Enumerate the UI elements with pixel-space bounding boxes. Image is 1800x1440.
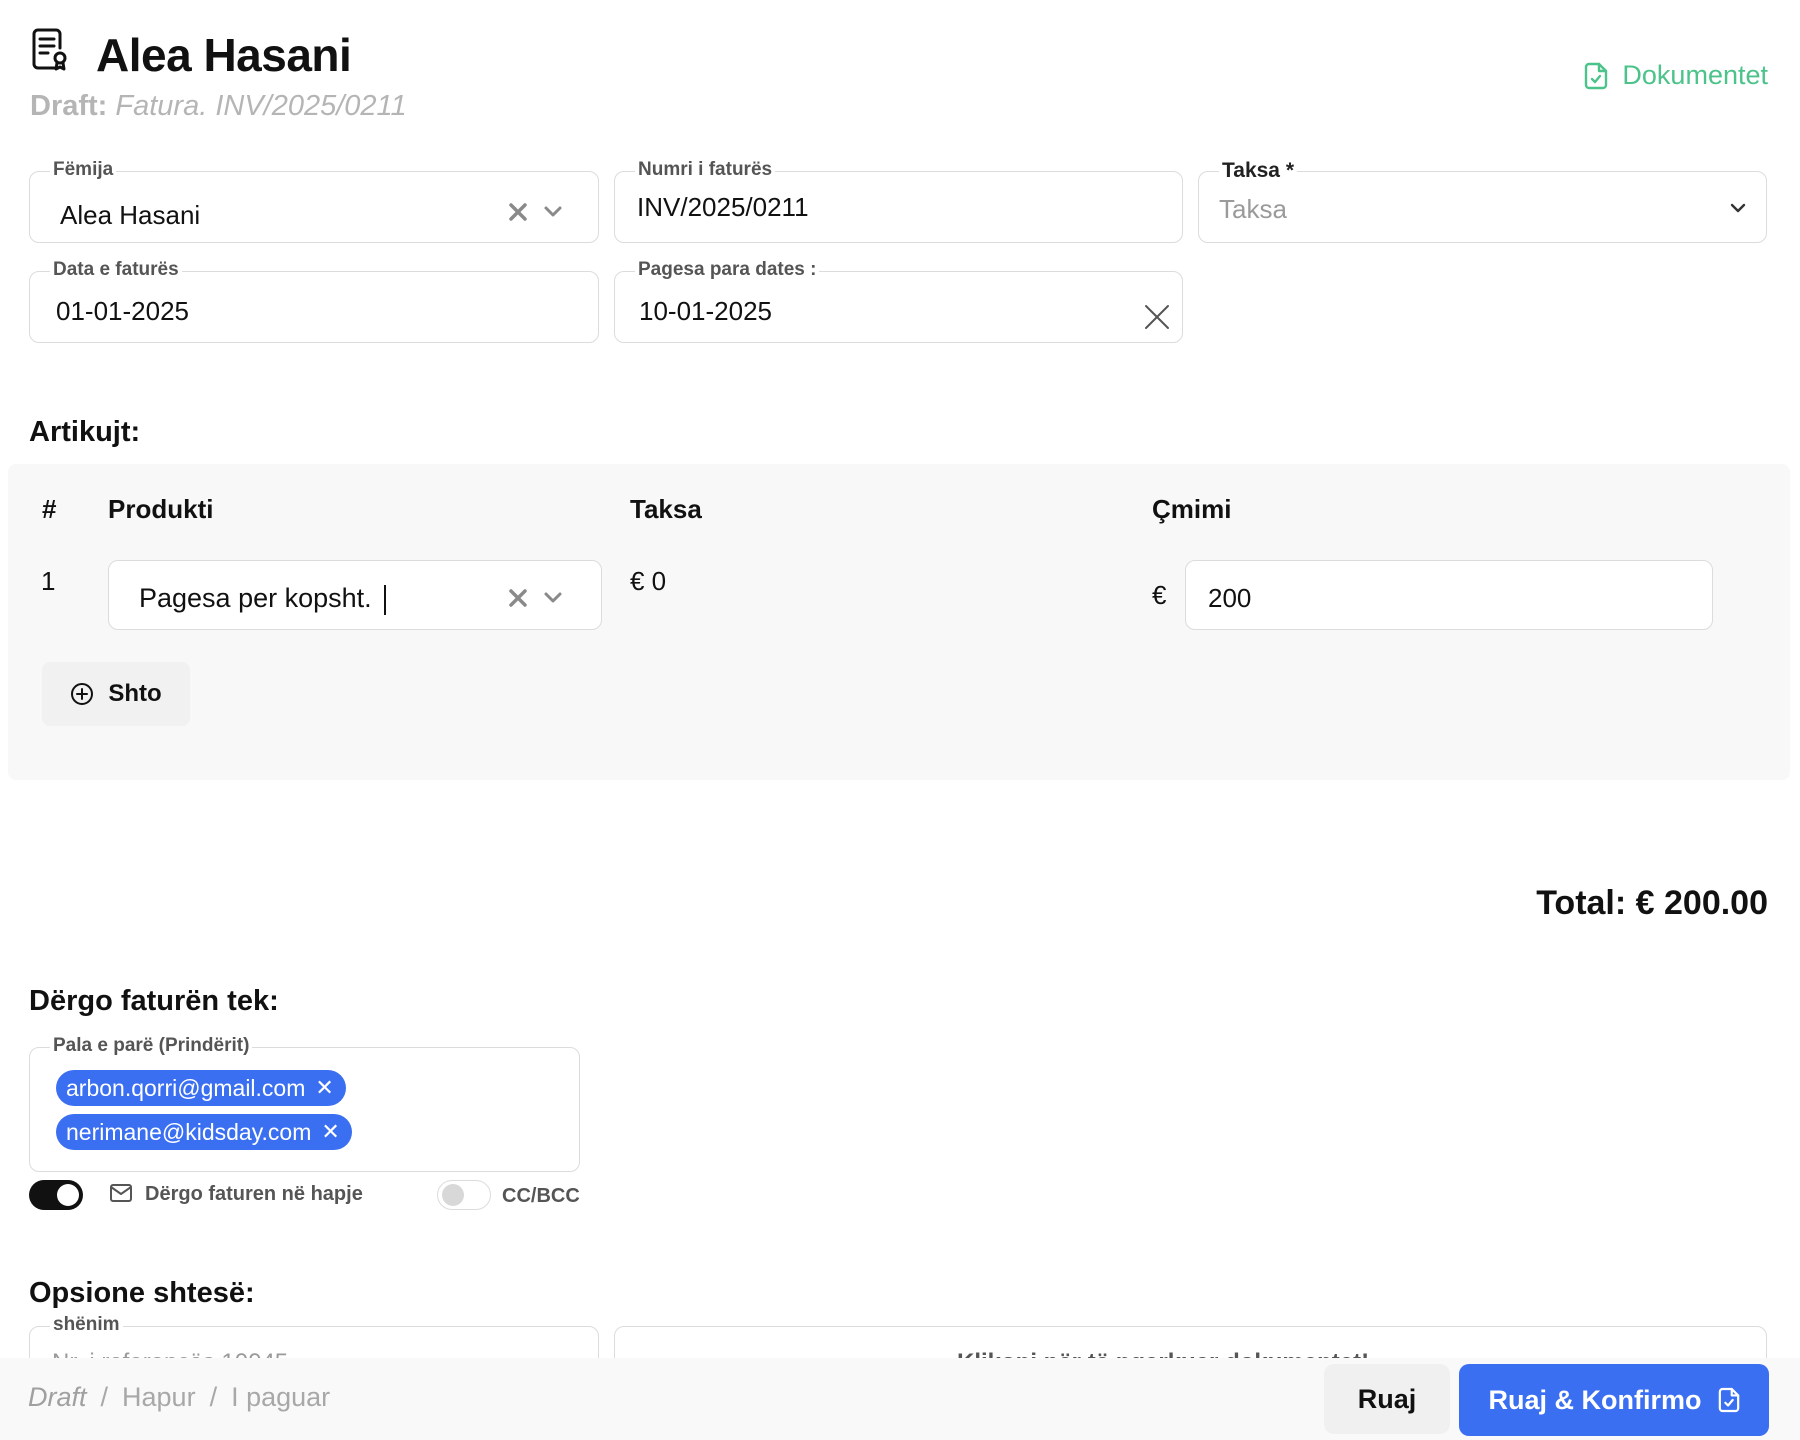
plus-circle-icon xyxy=(71,683,94,705)
invoice-total: Total: € 200.00 xyxy=(1536,884,1768,922)
page-title: Alea Hasani xyxy=(96,29,352,81)
recipient-chip: nerimane@kidsday.com ✕ xyxy=(56,1114,352,1150)
breadcrumb-separator: / xyxy=(100,1382,109,1412)
invoice-doc-icon xyxy=(30,28,70,72)
tax-placeholder: Taksa xyxy=(1219,194,1287,224)
column-header-index: # xyxy=(42,494,57,524)
items-title: Artikujt: xyxy=(29,416,141,448)
documents-link[interactable]: Dokumentet xyxy=(1584,60,1768,91)
row-index: 1 xyxy=(41,566,56,596)
document-check-icon xyxy=(1718,1387,1739,1413)
recipient-chip: arbon.qorri@gmail.com ✕ xyxy=(56,1070,346,1106)
chevron-down-icon[interactable] xyxy=(543,205,563,219)
invoice-date-value: 01-01-2025 xyxy=(56,296,189,326)
invoice-date-label: Data e faturës xyxy=(50,259,182,281)
documents-link-label: Dokumentet xyxy=(1622,60,1768,90)
child-label: Fëmija xyxy=(50,159,117,181)
save-confirm-label: Ruaj & Konfirmo xyxy=(1488,1384,1702,1415)
save-confirm-button[interactable]: Ruaj & Konfirmo xyxy=(1459,1364,1769,1436)
column-header-price: Çmimi xyxy=(1152,494,1232,524)
due-date-label: Pagesa para dates : xyxy=(635,259,820,281)
recipients-field[interactable]: Pala e parë (Prindërit) arbon.qorri@gmai… xyxy=(29,1035,580,1172)
mail-icon xyxy=(110,1184,132,1202)
child-select[interactable]: Fëmija Alea Hasani xyxy=(29,159,599,243)
add-item-button[interactable]: Shto xyxy=(42,662,190,726)
recipients-label: Pala e parë (Prindërit) xyxy=(50,1035,253,1057)
save-label: Ruaj xyxy=(1357,1383,1417,1414)
price-value: 200 xyxy=(1208,583,1252,613)
status-step-paid: I paguar xyxy=(231,1382,331,1412)
save-button[interactable]: Ruaj xyxy=(1324,1364,1450,1434)
text-caret xyxy=(383,584,386,615)
send-on-open-label: Dërgo faturen në hapje xyxy=(145,1183,363,1205)
column-header-product: Produkti xyxy=(108,494,214,524)
note-label: shënim xyxy=(50,1314,123,1336)
add-item-label: Shto xyxy=(108,680,162,707)
invoice-status: Draft: xyxy=(30,90,108,122)
clear-icon[interactable] xyxy=(508,202,528,222)
remove-recipient-icon[interactable]: ✕ xyxy=(321,1119,339,1145)
send-title: Dërgo faturën tek: xyxy=(29,985,279,1017)
invoice-number-field[interactable]: Numri i faturës INV/2025/0211 xyxy=(614,159,1183,243)
invoice-reference: Fatura. INV/2025/0211 xyxy=(115,90,407,122)
column-header-tax: Taksa xyxy=(630,494,702,524)
toggle-knob xyxy=(57,1184,79,1206)
due-date-value: 10-01-2025 xyxy=(639,296,772,326)
tax-select[interactable]: Taksa * Taksa xyxy=(1198,159,1767,243)
cc-bcc-toggle[interactable] xyxy=(437,1180,491,1210)
clear-date-icon[interactable] xyxy=(1144,304,1170,330)
send-on-open-toggle[interactable] xyxy=(29,1180,83,1210)
child-value: Alea Hasani xyxy=(60,200,201,230)
footer-bar: Draft / Hapur / I paguar Ruaj Ruaj & Konfirm… xyxy=(0,1358,1800,1440)
document-check-icon xyxy=(1585,62,1608,89)
price-input[interactable]: 200 xyxy=(1185,560,1713,630)
status-breadcrumb: Draft / Hapur / I paguar xyxy=(28,1382,330,1413)
chevron-down-icon[interactable] xyxy=(1729,202,1747,214)
remove-recipient-icon[interactable]: ✕ xyxy=(315,1075,333,1101)
product-select[interactable]: Pagesa per kopsht. xyxy=(108,560,602,630)
toggle-knob xyxy=(442,1184,464,1206)
invoice-number-label: Numri i faturës xyxy=(635,159,776,181)
breadcrumb-separator: / xyxy=(209,1382,218,1412)
chevron-down-icon[interactable] xyxy=(543,591,563,605)
recipient-email: arbon.qorri@gmail.com xyxy=(66,1074,306,1101)
recipient-email: nerimane@kidsday.com xyxy=(66,1118,312,1145)
product-value: Pagesa per kopsht. xyxy=(139,583,372,613)
due-date-field[interactable]: Pagesa para dates : 10-01-2025 xyxy=(614,259,1183,343)
invoice-number-value: INV/2025/0211 xyxy=(637,192,809,222)
cc-bcc-label: CC/BCC xyxy=(502,1185,580,1207)
product-input[interactable]: Pagesa per kopsht. xyxy=(139,583,386,615)
clear-icon[interactable] xyxy=(508,588,528,608)
status-step-draft: Draft xyxy=(28,1382,87,1412)
tax-label: Taksa * xyxy=(1219,159,1297,183)
invoice-subtitle: Draft: Fatura. INV/2025/0211 xyxy=(30,90,407,123)
options-title: Opsione shtesë: xyxy=(29,1277,255,1309)
status-step-open: Hapur xyxy=(122,1382,196,1412)
row-tax: € 0 xyxy=(630,566,667,596)
invoice-date-field[interactable]: Data e faturës 01-01-2025 xyxy=(29,259,599,343)
price-currency: € xyxy=(1152,580,1167,610)
